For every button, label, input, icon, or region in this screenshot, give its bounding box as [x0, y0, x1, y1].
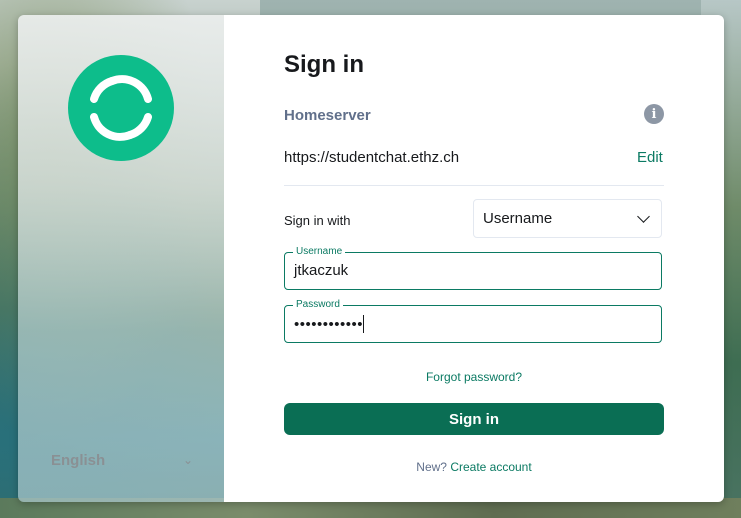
signin-method-select[interactable]: Username [473, 199, 662, 238]
edit-homeserver-link[interactable]: Edit [637, 149, 663, 166]
username-field[interactable]: Username jtkaczuk [284, 246, 662, 290]
password-field-label: Password [293, 299, 343, 311]
homeserver-url: https://studentchat.ethz.ch [284, 149, 460, 166]
sign-in-button[interactable]: Sign in [284, 403, 664, 435]
password-value: •••••••••••• [294, 316, 364, 333]
element-logo-icon [68, 55, 174, 161]
chevron-down-icon: ⌄ [182, 453, 193, 467]
new-prefix: New? [416, 460, 447, 474]
login-form: Sign in Homeserver i https://studentchat… [224, 15, 724, 502]
page-title: Sign in [284, 51, 364, 78]
language-label: English [51, 451, 106, 469]
info-icon[interactable]: i [644, 104, 664, 124]
forgot-password-link[interactable]: Forgot password? [284, 370, 664, 384]
create-account-row: New? Create account [284, 460, 664, 474]
username-field-label: Username [293, 246, 346, 258]
chevron-down-icon [637, 210, 650, 223]
signin-with-label: Sign in with [284, 213, 351, 228]
password-field[interactable]: Password •••••••••••• [284, 299, 662, 343]
divider [284, 185, 664, 186]
password-value-wrap: •••••••••••• [294, 315, 365, 333]
signin-method-value: Username [483, 210, 553, 227]
auth-card: English ⌄ Sign in Homeserver i https://s… [18, 15, 724, 502]
homeserver-label: Homeserver [284, 107, 371, 124]
create-account-link[interactable]: Create account [450, 460, 531, 474]
auth-sidebar: English ⌄ [18, 15, 224, 502]
username-value: jtkaczuk [294, 262, 349, 279]
text-caret [363, 315, 365, 333]
language-dropdown[interactable]: English ⌄ [51, 449, 193, 471]
